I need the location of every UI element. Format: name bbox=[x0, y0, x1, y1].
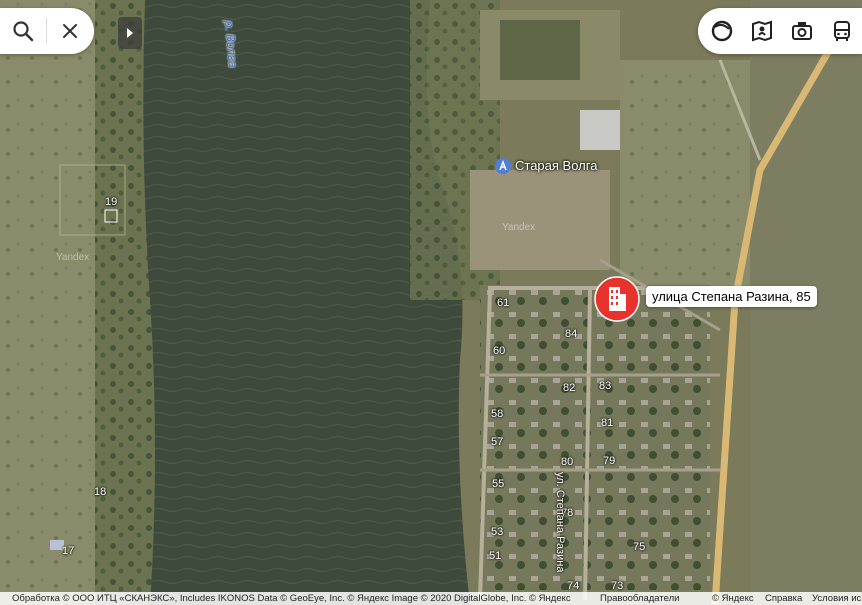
search-icon bbox=[13, 21, 34, 42]
house-number: 17 bbox=[62, 545, 75, 557]
rights-link[interactable]: Правообладатели bbox=[600, 593, 679, 604]
location-pin[interactable] bbox=[594, 276, 640, 322]
attribution-text: Обработка © ООО ИТЦ «СКАНЭКС», Includes … bbox=[12, 593, 571, 604]
camera-icon bbox=[792, 22, 812, 40]
help-link[interactable]: Справка bbox=[765, 593, 802, 604]
bus-icon bbox=[834, 21, 850, 41]
terms-link[interactable]: Условия ис bbox=[812, 593, 861, 604]
map-layers-toolbar bbox=[698, 8, 862, 54]
layers-icon bbox=[711, 20, 733, 42]
house-number: 18 bbox=[94, 486, 107, 498]
layers-button[interactable] bbox=[702, 8, 742, 54]
yandex-copyright: © Яндекс bbox=[712, 593, 754, 604]
place-label[interactable]: Старая Волга bbox=[495, 158, 598, 174]
satellite-map[interactable]: р. Волга Yandex Yandex Старая Волга 19 1… bbox=[0, 0, 862, 605]
house-number: 74 bbox=[567, 580, 580, 592]
collapse-panel-button[interactable] bbox=[118, 17, 142, 49]
transport-button[interactable] bbox=[822, 8, 862, 54]
building-pin-icon bbox=[594, 276, 640, 322]
map-panorama-icon bbox=[752, 20, 772, 42]
house-number: 58 bbox=[491, 408, 504, 420]
house-number: 81 bbox=[601, 417, 614, 429]
house-number: 83 bbox=[599, 380, 612, 392]
house-number: 84 bbox=[565, 328, 578, 340]
search-toolbar bbox=[0, 8, 94, 54]
house-number: 60 bbox=[493, 345, 506, 357]
house-number: 19 bbox=[105, 196, 118, 208]
pier-icon bbox=[495, 158, 511, 174]
close-button[interactable] bbox=[47, 8, 93, 54]
house-number: 73 bbox=[611, 580, 624, 592]
house-number: 80 bbox=[561, 456, 574, 468]
house-number: 61 bbox=[497, 297, 510, 309]
panorama-button[interactable] bbox=[742, 8, 782, 54]
address-popup[interactable]: улица Степана Разина, 85 bbox=[646, 286, 817, 307]
house-number: 57 bbox=[491, 436, 504, 448]
house-number: 79 bbox=[603, 455, 616, 467]
house-number: 51 bbox=[489, 550, 502, 562]
watermark: Yandex bbox=[502, 222, 536, 233]
map-footer: Обработка © ООО ИТЦ «СКАНЭКС», Includes … bbox=[0, 592, 862, 605]
house-number: 53 bbox=[491, 526, 504, 538]
house-number: 75 bbox=[633, 541, 646, 553]
close-icon bbox=[63, 24, 77, 38]
photos-button[interactable] bbox=[782, 8, 822, 54]
chevron-right-icon bbox=[127, 28, 133, 38]
search-button[interactable] bbox=[0, 8, 46, 54]
house-number: 55 bbox=[492, 478, 505, 490]
place-label-text: Старая Волга bbox=[515, 158, 598, 173]
house-number: 82 bbox=[563, 382, 576, 394]
watermark: Yandex bbox=[56, 252, 90, 263]
street-label: ул. Степана Разина bbox=[554, 472, 566, 573]
